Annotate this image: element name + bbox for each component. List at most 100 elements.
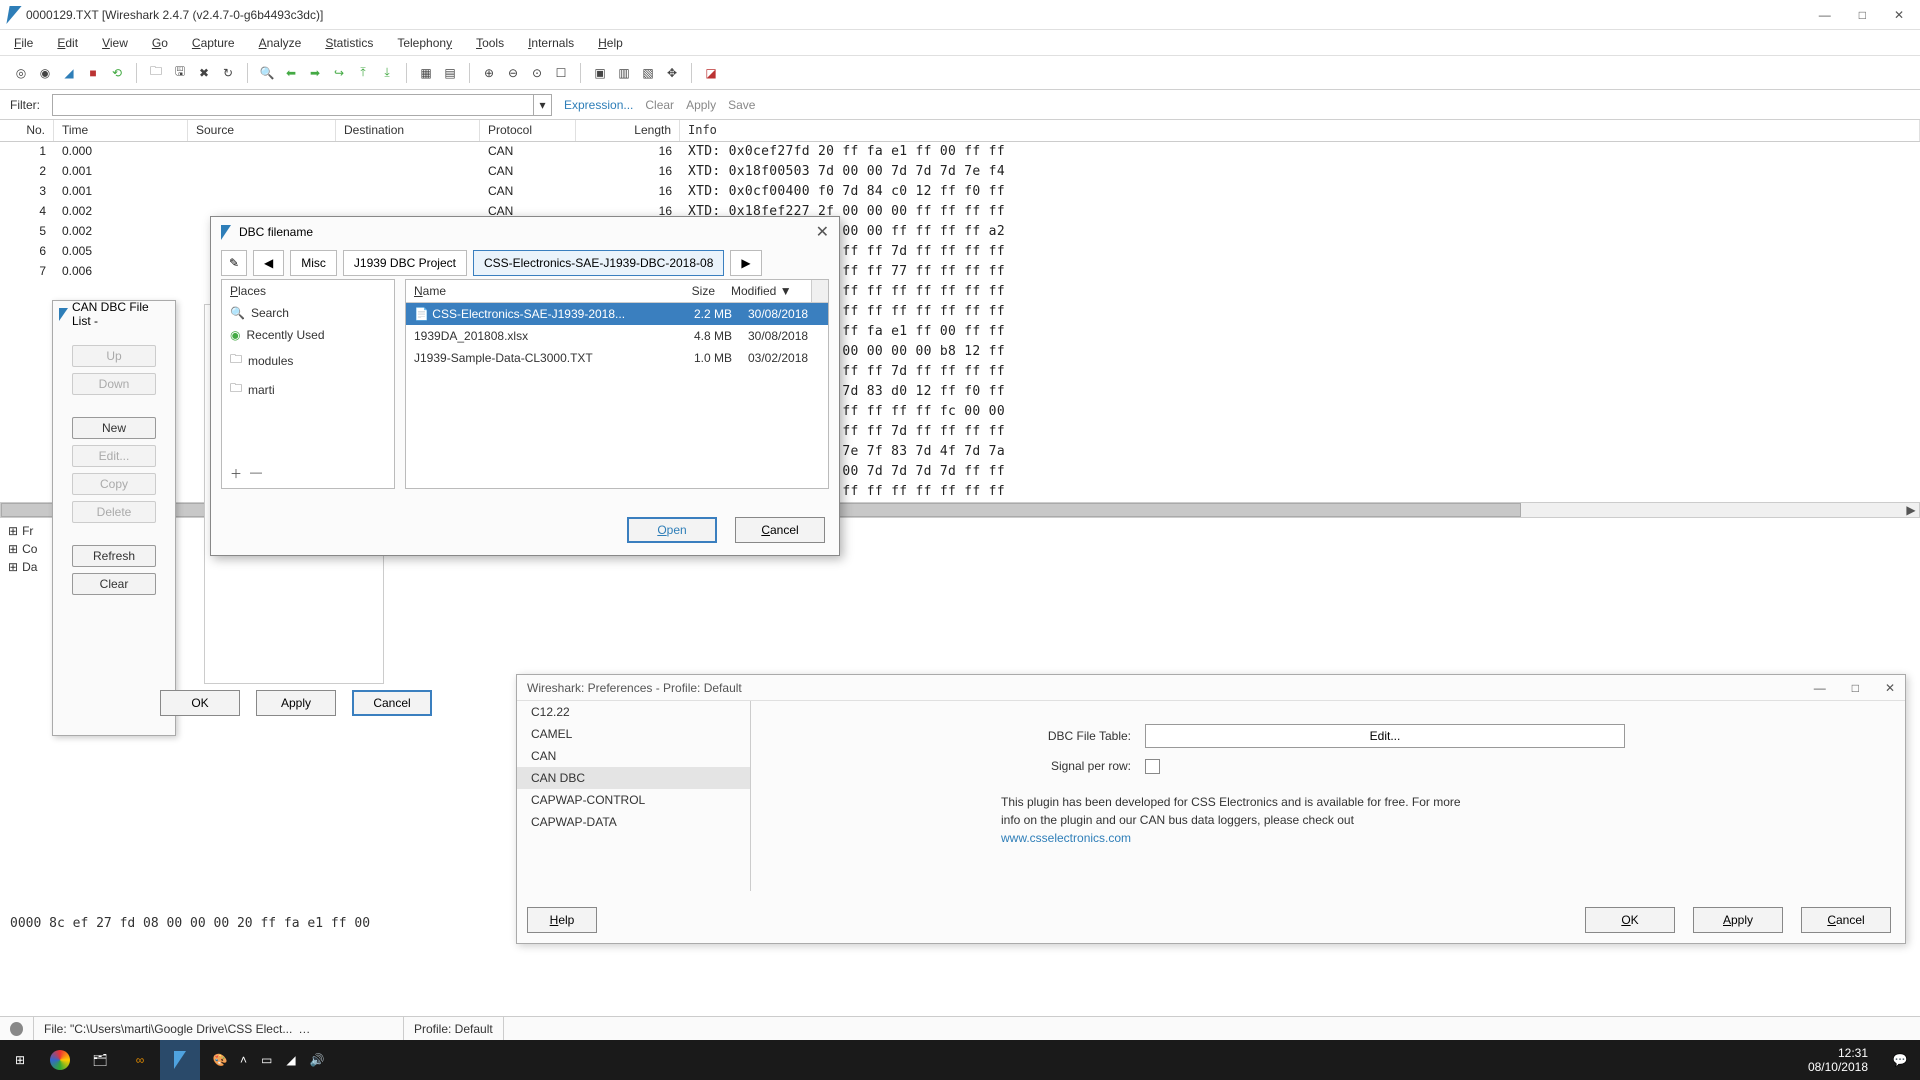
dbc-edit-button[interactable]: Edit... (72, 445, 156, 467)
menu-capture[interactable]: Capture (192, 36, 235, 50)
capture-interfaces-icon[interactable]: ◎ (10, 62, 32, 84)
list-item[interactable]: C12.22 (517, 701, 750, 723)
capture-filters-icon[interactable]: ▣ (589, 62, 611, 84)
pref-help-button[interactable]: Help (527, 907, 597, 933)
breadcrumb-current[interactable]: CSS-Electronics-SAE-J1939-DBC-2018-08 (473, 250, 724, 276)
capture-restart-icon[interactable]: ⟲ (106, 62, 128, 84)
chrome-icon[interactable] (40, 1040, 80, 1080)
close-file-icon[interactable]: ✖ (193, 62, 215, 84)
filter-input[interactable] (53, 95, 533, 115)
go-forward-icon[interactable]: ➡ (304, 62, 326, 84)
menu-tools[interactable]: Tools (476, 36, 504, 50)
filedlg-forward-icon[interactable]: ▶ (730, 250, 761, 276)
filter-clear[interactable]: Clear (645, 98, 674, 112)
volume-icon[interactable]: 🔊 (310, 1053, 325, 1067)
menu-go[interactable]: Go (152, 36, 168, 50)
places-folder[interactable]: 🗀marti (222, 375, 394, 404)
places-search[interactable]: 🔍Search (222, 302, 394, 324)
col-size[interactable]: Size (653, 280, 723, 302)
status-profile[interactable]: Profile: Default (414, 1022, 493, 1036)
pref-protocol-list[interactable]: C12.22 CAMEL CAN CAN DBC CAPWAP-CONTROL … (517, 701, 751, 891)
expand-icon[interactable]: ⊞ (8, 542, 18, 556)
capture-stop-icon[interactable]: ■ (82, 62, 104, 84)
zoom-out-icon[interactable]: ⊖ (502, 62, 524, 84)
find-icon[interactable]: 🔍 (256, 62, 278, 84)
pref-link[interactable]: www.csselectronics.com (1001, 831, 1131, 845)
dbc-up-button[interactable]: Up (72, 345, 156, 367)
pref-apply-button[interactable]: Apply (1693, 907, 1783, 933)
col-name[interactable]: Name (406, 280, 653, 302)
zoom-reset-icon[interactable]: ⊙ (526, 62, 548, 84)
col-no[interactable]: No. (0, 120, 54, 141)
tray-chevron-icon[interactable]: ˄ (240, 1053, 247, 1067)
packet-row[interactable]: 20.001CAN16XTD: 0x18f00503 7d 00 00 7d 7… (0, 162, 1920, 182)
scroll-right-icon[interactable]: ▶ (1903, 503, 1919, 517)
col-source[interactable]: Source (188, 120, 336, 141)
battery-icon[interactable]: ▭ (261, 1053, 272, 1067)
filedlg-edit-path-icon[interactable]: ✎ (221, 250, 247, 276)
autoscroll-icon[interactable]: ▤ (439, 62, 461, 84)
filter-dropdown-icon[interactable]: ▾ (533, 95, 551, 115)
go-last-icon[interactable]: ⤓ (376, 62, 398, 84)
help-icon[interactable]: ◪ (700, 62, 722, 84)
col-protocol[interactable]: Protocol (480, 120, 576, 141)
list-item[interactable]: CAPWAP-CONTROL (517, 789, 750, 811)
dbc-table-edit-button[interactable]: Edit... (1145, 724, 1625, 748)
dbc-refresh-button[interactable]: Refresh (72, 545, 156, 567)
filter-apply[interactable]: Apply (686, 98, 716, 112)
remove-bookmark-icon[interactable]: — (250, 465, 262, 482)
col-time[interactable]: Time (54, 120, 188, 141)
dbc-new-button[interactable]: New (72, 417, 156, 439)
open-file-icon[interactable]: 🗀 (145, 62, 167, 84)
dbc-cancel-button[interactable]: Cancel (352, 690, 432, 716)
menu-edit[interactable]: Edit (57, 36, 78, 50)
menu-file[interactable]: File (14, 36, 33, 50)
dbc-down-button[interactable]: Down (72, 373, 156, 395)
dbc-delete-button[interactable]: Delete (72, 501, 156, 523)
col-length[interactable]: Length (576, 120, 680, 141)
start-button[interactable]: ⊞ (0, 1040, 40, 1080)
minimize-icon[interactable]: — (1814, 681, 1826, 695)
file-row[interactable]: 📄 CSS-Electronics-SAE-J1939-2018...2.2 M… (406, 303, 828, 325)
app-icon[interactable]: 🎨 (200, 1040, 240, 1080)
packet-row[interactable]: 10.000CAN16XTD: 0x0cef27fd 20 ff fa e1 f… (0, 142, 1920, 162)
close-icon[interactable]: ✕ (1894, 8, 1904, 22)
breadcrumb[interactable]: Misc (290, 250, 337, 276)
app-icon[interactable]: ∞ (120, 1040, 160, 1080)
coloring-rules-icon[interactable]: ▧ (637, 62, 659, 84)
maximize-icon[interactable]: □ (1852, 681, 1859, 695)
expert-info-icon[interactable] (10, 1022, 23, 1036)
capture-options-icon[interactable]: ◉ (34, 62, 56, 84)
dbc-apply-button[interactable]: Apply (256, 690, 336, 716)
close-icon[interactable]: ✕ (816, 222, 829, 242)
col-destination[interactable]: Destination (336, 120, 480, 141)
filter-expression-link[interactable]: Expression... (564, 98, 633, 112)
menu-statistics[interactable]: Statistics (325, 36, 373, 50)
file-row[interactable]: 1939DA_201808.xlsx4.8 MB30/08/2018 (406, 325, 828, 347)
expand-icon[interactable]: ⊞ (8, 560, 18, 574)
packet-row[interactable]: 30.001CAN16XTD: 0x0cf00400 f0 7d 84 c0 1… (0, 182, 1920, 202)
list-item-selected[interactable]: CAN DBC (517, 767, 750, 789)
col-modified[interactable]: Modified ▼ (723, 280, 811, 302)
menu-view[interactable]: View (102, 36, 128, 50)
dbc-copy-button[interactable]: Copy (72, 473, 156, 495)
capture-start-icon[interactable]: ◢ (58, 62, 80, 84)
list-item[interactable]: CAPWAP-DATA (517, 811, 750, 833)
zoom-in-icon[interactable]: ⊕ (478, 62, 500, 84)
display-filters-icon[interactable]: ▥ (613, 62, 635, 84)
resize-cols-icon[interactable]: ☐ (550, 62, 572, 84)
menu-internals[interactable]: Internals (528, 36, 574, 50)
explorer-icon[interactable]: 🗂 (80, 1040, 120, 1080)
maximize-icon[interactable]: □ (1859, 8, 1866, 22)
go-back-icon[interactable]: ⬅ (280, 62, 302, 84)
filedlg-cancel-button[interactable]: Cancel (735, 517, 825, 543)
list-item[interactable]: CAN (517, 745, 750, 767)
places-recent[interactable]: ◉Recently Used (222, 324, 394, 346)
pref-cancel-button[interactable]: Cancel (1801, 907, 1891, 933)
file-row[interactable]: J1939-Sample-Data-CL3000.TXT1.0 MB03/02/… (406, 347, 828, 369)
filter-input-combo[interactable]: ▾ (52, 94, 552, 116)
filter-save[interactable]: Save (728, 98, 755, 112)
wireshark-taskbar-icon[interactable] (160, 1040, 200, 1080)
minimize-icon[interactable]: — (1819, 8, 1831, 22)
add-bookmark-icon[interactable]: ＋ (230, 465, 242, 482)
